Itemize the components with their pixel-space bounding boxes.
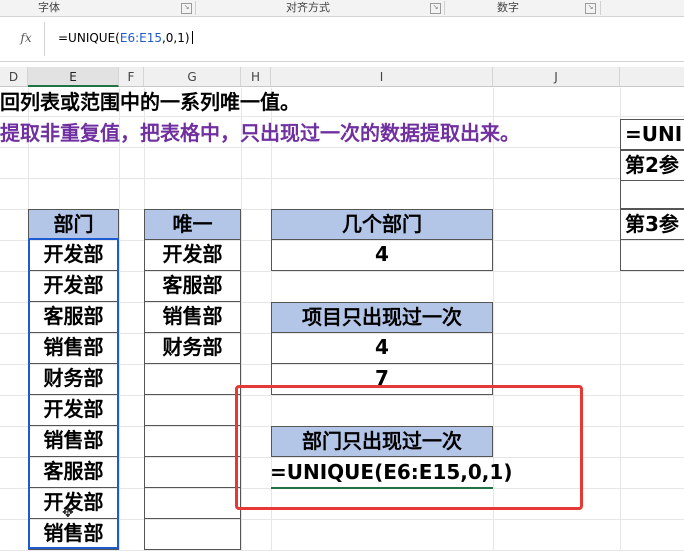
unique-cell[interactable]: 客服部 [144,271,241,302]
alignment-dialog-launcher-icon[interactable]: ↘ [430,3,441,14]
side-note-cell [620,240,684,271]
ribbon-separator [444,1,445,15]
insert-function-icon[interactable]: fx [14,26,38,50]
font-dialog-launcher-icon[interactable]: ↘ [181,3,192,14]
formula-input[interactable]: =UNIQUE(E6:E15,0,1) [58,30,193,46]
annotation-highlight-box [235,385,583,510]
column-header-j[interactable]: J [493,67,620,87]
ribbon-group-bar: 字体 ↘ 对齐方式 ↘ 数字 ↘ [0,0,684,17]
side-note-param-2: 第2参 [620,150,684,181]
unique-cell[interactable] [144,426,241,457]
column-header-d[interactable]: D [0,67,28,87]
side-note-formula: =UNI [620,119,684,150]
column-header-e[interactable]: E [28,67,119,87]
ribbon-separator [195,1,196,15]
description-line-1: 回列表或范围中的一系列唯一值。 [0,90,300,114]
unique-cell[interactable] [144,395,241,426]
column-header-f[interactable]: F [119,67,144,87]
once-only-header[interactable]: 项目只出现过一次 [271,302,493,333]
unique-cell[interactable]: 开发部 [144,240,241,271]
unique-cell[interactable] [144,364,241,395]
unique-cell[interactable] [144,519,241,550]
unique-cell[interactable] [144,488,241,519]
grid-line [119,88,120,551]
description-line-2: 提取非重复值，把表格中，只出现过一次的数据提取出来。 [0,121,520,145]
range-selection-e6-e15 [28,238,119,549]
side-note-param-3: 第3参 [620,209,684,240]
dept-count-header[interactable]: 几个部门 [271,209,493,240]
formula-bar-divider [44,22,45,56]
side-note-cell [620,181,684,209]
ribbon-group-number: 数字 [497,1,519,14]
formula-suffix: ,0,1) [161,31,190,45]
once-only-value[interactable]: 4 [271,333,493,364]
formula-prefix: =UNIQUE( [58,31,120,45]
unique-table-header[interactable]: 唯一 [144,209,241,240]
unique-cell[interactable]: 销售部 [144,302,241,333]
ribbon-group-alignment: 对齐方式 [286,1,330,14]
dept-table-header[interactable]: 部门 [28,209,119,240]
ribbon-separator [600,1,601,15]
column-header-g[interactable]: G [144,67,241,87]
unique-cell[interactable]: 财务部 [144,333,241,364]
column-header-i[interactable]: I [271,67,493,87]
column-header-k[interactable] [620,67,684,87]
ribbon-group-font: 字体 [38,1,60,14]
text-caret [191,31,193,44]
unique-cell[interactable] [144,457,241,488]
dept-count-value[interactable]: 4 [271,240,493,271]
column-header-h[interactable]: H [241,67,271,87]
number-dialog-launcher-icon[interactable]: ↘ [585,3,596,14]
mouse-cursor-icon: ✥ [62,505,74,521]
formula-range-reference: E6:E15 [119,31,162,45]
